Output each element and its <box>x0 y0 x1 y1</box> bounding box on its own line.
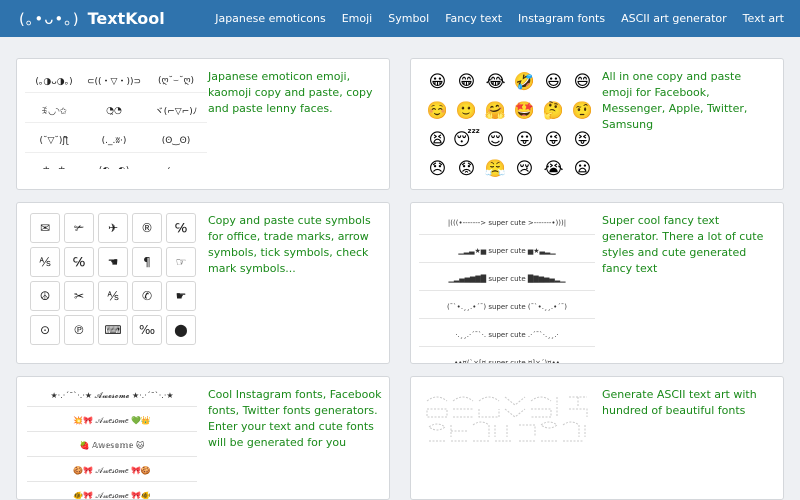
scissors-icon: ✃ <box>64 213 94 243</box>
card-description: Super cool fancy text generator. There a… <box>602 214 764 275</box>
kaomoji-item: (｡◑ᴗ◑｡) <box>25 69 83 93</box>
sound-recording-copyright-icon: ℗ <box>64 315 94 345</box>
fancy-text-item: ▁▂▃★▅ super cute ▅★▃▂▁ <box>419 239 595 263</box>
nav-symbol[interactable]: Symbol <box>388 12 429 25</box>
emoji-item: 😂 <box>485 71 506 92</box>
pointing-right-icon: ☞ <box>166 247 196 277</box>
card-symbols[interactable]: ✉ ✃ ✈ ® ℅ ⅍ ℅ ☚ ¶ ☞ ☮ ✂ ⅍ ✆ ☛ ⊙ ℗ ⌨ ‰ ⬤ … <box>16 202 390 364</box>
card-japanese-emoticons[interactable]: (｡◑ᴗ◑｡) ⊂((・▽・))⊃ (ღ˘⌣˘ღ) ꉂ◡◝✩ ◔̯◔ ヾ(⌐▽⌐… <box>16 58 390 190</box>
kaomoji-item: (ღ˘⌣˘ღ) <box>145 69 207 93</box>
peace-icon: ☮ <box>30 281 60 311</box>
emoji-item: 😢 <box>515 158 534 179</box>
emoji-item: 😜 <box>544 129 563 150</box>
top-navbar: (｡•ᴗ•｡) TextKool Japanese emoticons Emoj… <box>0 0 800 37</box>
kaomoji-item: (˘▽˘)ʃƪ <box>25 129 83 153</box>
card-ascii-art[interactable]: Generate ASCII text art with hundred of … <box>410 376 784 500</box>
card-fancy-text[interactable]: |(((•-------> super cute >-------•)))| ▁… <box>410 202 784 364</box>
emoji-item: 😤 <box>484 158 507 179</box>
nav-fancy-text[interactable]: Fancy text <box>445 12 502 25</box>
nav-ascii-art-generator[interactable]: ASCII art generator <box>621 12 727 25</box>
instagram-font-item: ★·.·´¯`·.·★ 𝓐𝔀𝓮𝓼𝓸𝓶𝓮 ★·.·´¯`·.·★ <box>27 385 197 407</box>
card-description: All in one copy and paste emoji for Face… <box>602 70 748 131</box>
keyboard-icon: ⌨ <box>98 315 128 345</box>
fancy-text-item: (¯`•.¸¸.•´¯) super cute (¯`•.¸¸.•´¯) <box>419 295 595 319</box>
kaomoji-item: ⊂((・▽・))⊃ <box>83 69 145 93</box>
kaomoji-item: ◔̯◔ <box>83 99 145 123</box>
brand-face: (｡•ᴗ•｡) <box>19 9 80 28</box>
fancy-text-item: ••¤(`×[¤ super cute ¤]×´)¤•• <box>419 351 595 364</box>
airplane-icon: ✈ <box>98 213 128 243</box>
card-instagram-fonts[interactable]: ★·.·´¯`·.·★ 𝓐𝔀𝓮𝓼𝓸𝓶𝓮 ★·.·´¯`·.·★ 💥🎀 𝒜𝓌𝑒𝓈𝑜… <box>16 376 390 500</box>
emoji-item: 🤨 <box>571 100 594 121</box>
emoji-item: 😝 <box>573 129 592 150</box>
emoji-item: 😄 <box>573 71 592 92</box>
care-of-icon: ℅ <box>166 213 196 243</box>
fancy-text-preview: |(((•-------> super cute >-------•)))| ▁… <box>419 211 595 364</box>
emoji-item: 🤗 <box>484 100 507 121</box>
ascii-art-preview <box>426 396 588 442</box>
instagram-font-item: 💥🎀 𝒜𝓌𝑒𝓈𝑜𝓂𝑒 💚👑 <box>27 410 197 432</box>
kaomoji-item: (◐◡◐) <box>83 159 145 170</box>
pen-icon: ⬤ <box>166 315 196 345</box>
care-of-icon: ℅ <box>64 247 94 277</box>
nav-japanese-emoticons[interactable]: Japanese emoticons <box>215 12 326 25</box>
emoji-item: 😴 <box>452 129 481 150</box>
emoji-item: 🤣 <box>513 71 536 92</box>
nav-links: Japanese emoticons Emoji Symbol Fancy te… <box>215 0 784 37</box>
pointing-right-icon: ☛ <box>166 281 196 311</box>
fancy-text-item: ▁▂▄▅▆▇█ super cute █▇▆▅▄▂▁ <box>419 267 595 291</box>
pilcrow-icon: ¶ <box>132 247 162 277</box>
aktieselskab-icon: ⅍ <box>98 281 128 311</box>
circle-dot-icon: ⊙ <box>30 315 60 345</box>
kaomoji-item: (._.ʬ·) <box>83 129 145 153</box>
emoji-item: 😃 <box>544 71 563 92</box>
emoji-item: 🤔 <box>542 100 565 121</box>
registered-icon: ® <box>132 213 162 243</box>
card-description: Cool Instagram fonts, Facebook fonts, Tw… <box>208 388 382 449</box>
nav-text-art[interactable]: Text art <box>743 12 784 25</box>
card-emoji[interactable]: 😀 😁 😂 🤣 😃 😄 ☺️ 🙂 🤗 🤩 🤔 🤨 😫 😴 😌 😛 😜 😝 😞 😟… <box>410 58 784 190</box>
symbol-preview: ✉ ✃ ✈ ® ℅ ⅍ ℅ ☚ ¶ ☞ ☮ ✂ ⅍ ✆ ☛ ⊙ ℗ ⌨ ‰ ⬤ <box>30 213 200 345</box>
card-description: Japanese emoticon emoji, kaomoji copy an… <box>208 70 373 115</box>
emoji-preview: 😀 😁 😂 🤣 😃 😄 ☺️ 🙂 🤗 🤩 🤔 🤨 😫 😴 😌 😛 😜 😝 😞 😟… <box>423 67 598 189</box>
emoji-item: 😫 <box>428 129 447 150</box>
kaomoji-item: (ʘ‿ʘ) <box>145 129 207 153</box>
aktieselskab-icon: ⅍ <box>30 247 60 277</box>
kaomoji-item: ꉂ◡◝✩ <box>25 99 83 123</box>
scissors-icon: ✂ <box>64 281 94 311</box>
emoji-item: 😭 <box>543 158 564 179</box>
kaomoji-preview: (｡◑ᴗ◑｡) ⊂((・▽・))⊃ (ღ˘⌣˘ღ) ꉂ◡◝✩ ◔̯◔ ヾ(⌐▽⌐… <box>25 69 207 169</box>
card-description: Copy and paste cute symbols for office, … <box>208 214 371 275</box>
emoji-item: 😦 <box>573 158 592 179</box>
telephone-icon: ✆ <box>132 281 162 311</box>
emoji-item: 😟 <box>457 158 476 179</box>
emoji-item: 🤩 <box>513 100 536 121</box>
envelope-icon: ✉ <box>30 213 60 243</box>
emoji-item: 😛 <box>515 129 534 150</box>
per-mille-icon: ‰ <box>132 315 162 345</box>
instagram-font-item: 🍪🎀 𝒜𝓌𝑒𝓈𝑜𝓂𝑒 🎀🍪 <box>27 460 197 482</box>
emoji-item: 😞 <box>428 158 447 179</box>
fancy-text-item: |(((•-------> super cute >-------•)))| <box>419 211 595 235</box>
emoji-item: 😀 <box>428 71 447 92</box>
fancy-text-item: ·.¸¸.·´¯`·. super cute .·´¯`·.¸¸.· <box>419 323 595 347</box>
instagram-font-item: 🐠🎀 𝒜𝓌𝑒𝓈𝑜𝓂𝑒 🎀🐠 <box>27 485 197 500</box>
nav-instagram-fonts[interactable]: Instagram fonts <box>518 12 605 25</box>
brand-logo[interactable]: (｡•ᴗ•｡) TextKool <box>19 7 165 29</box>
brand-name: TextKool <box>87 8 165 28</box>
emoji-item: ☺️ <box>426 100 449 121</box>
emoji-item: 😁 <box>457 71 476 92</box>
pointing-left-icon: ☚ <box>98 247 128 277</box>
nav-emoji[interactable]: Emoji <box>342 12 373 25</box>
card-description: Generate ASCII text art with hundred of … <box>602 388 757 417</box>
emoji-item: 😌 <box>486 129 505 150</box>
instagram-fonts-preview: ★·.·´¯`·.·★ 𝓐𝔀𝓮𝓼𝓸𝓶𝓮 ★·.·´¯`·.·★ 💥🎀 𝒜𝓌𝑒𝓈𝑜… <box>27 385 197 500</box>
kaomoji-item: ヾ(⌐▽⌐)ﾉ <box>145 99 207 123</box>
kaomoji-item: (･ᴗ･ <box>145 159 207 169</box>
kaomoji-item: ф◡ф <box>25 159 83 170</box>
instagram-font-item: 🍓 𝔸𝕨𝕖𝕤𝕠𝕞𝕖 🐱 <box>27 435 197 457</box>
emoji-item: 🙂 <box>455 100 478 121</box>
